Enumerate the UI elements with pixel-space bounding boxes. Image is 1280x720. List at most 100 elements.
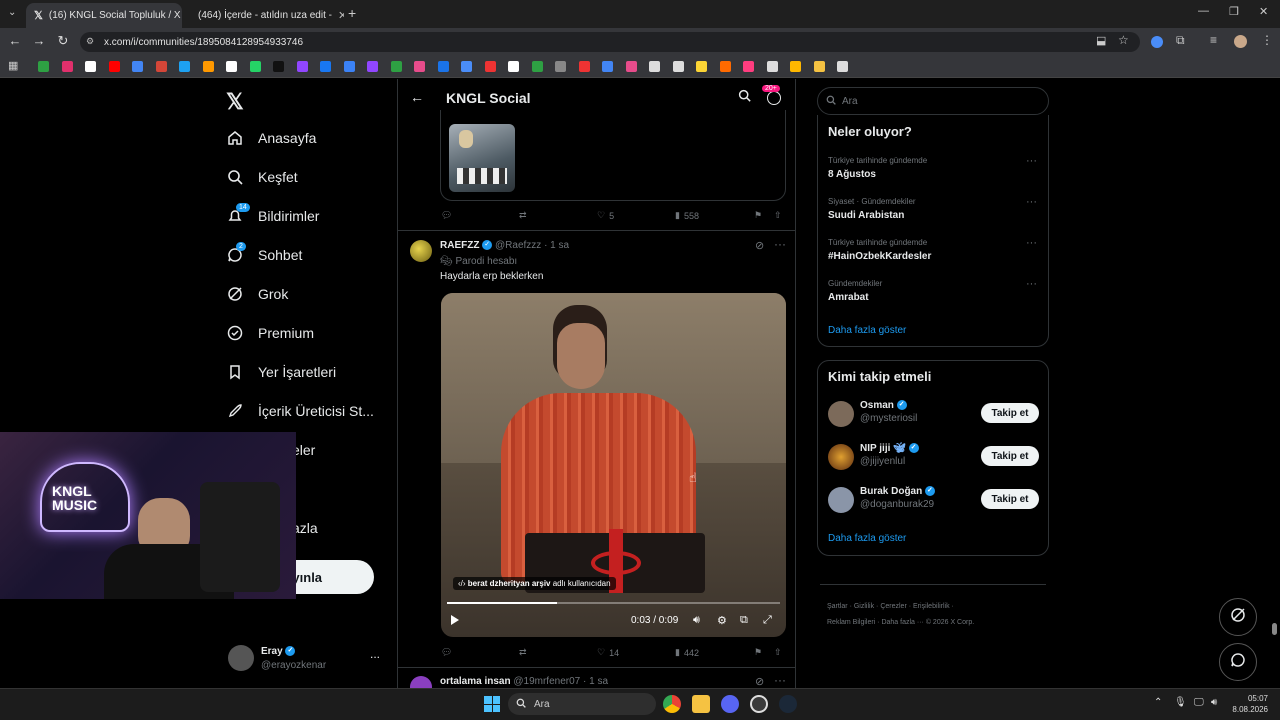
discord-icon[interactable] bbox=[721, 695, 739, 713]
bookmark-favicon-icon[interactable] bbox=[719, 61, 731, 72]
follow-suggestion[interactable]: Burak Doğan @doganburak29 Takip et bbox=[818, 482, 1048, 522]
author-name[interactable]: RAEFZZ bbox=[440, 240, 479, 251]
bookmark-favicon-icon[interactable] bbox=[202, 61, 214, 72]
video-progress-track[interactable] bbox=[447, 602, 780, 604]
bookmark-button[interactable]: ⚑ bbox=[754, 210, 762, 221]
pip-icon[interactable]: ⧉ bbox=[740, 614, 748, 627]
views-button[interactable]: ▮ 558 bbox=[675, 210, 699, 221]
extensions-puzzle-icon[interactable]: ⧉ bbox=[1176, 33, 1185, 48]
windows-start-icon[interactable] bbox=[484, 696, 500, 712]
messages-fab[interactable] bbox=[1219, 643, 1257, 681]
minimize-icon[interactable]: — bbox=[1198, 5, 1209, 17]
more-icon[interactable]: ··· bbox=[774, 673, 786, 687]
fullscreen-icon[interactable]: ⤢ bbox=[763, 614, 772, 627]
steam-icon[interactable] bbox=[779, 695, 797, 713]
apps-grid-icon[interactable]: ▦ bbox=[8, 59, 18, 72]
bookmark-favicon-icon[interactable] bbox=[85, 61, 96, 72]
bookmark-favicon-icon[interactable] bbox=[484, 61, 496, 72]
share-button[interactable]: ⇧ bbox=[774, 210, 782, 221]
tab-search-icon[interactable]: ⌄ bbox=[8, 7, 16, 18]
bookmark-favicon-icon[interactable] bbox=[296, 61, 308, 72]
bookmark-favicon-icon[interactable] bbox=[108, 61, 120, 72]
url-bar[interactable]: x.com/i/communities/1895084128954933746 bbox=[80, 32, 1140, 52]
avatar[interactable] bbox=[410, 240, 432, 262]
bookmark-favicon-icon[interactable] bbox=[437, 61, 449, 72]
bookmark-favicon-icon[interactable] bbox=[696, 61, 707, 72]
settings-gear-icon[interactable]: ⚙ bbox=[717, 614, 727, 627]
x-logo-icon[interactable]: 𝕏 bbox=[226, 89, 244, 115]
bookmark-favicon-icon[interactable] bbox=[155, 61, 167, 72]
bookmark-favicon-icon[interactable] bbox=[249, 61, 261, 72]
bookmark-star-icon[interactable]: ☆ bbox=[1118, 33, 1129, 47]
bookmark-favicon-icon[interactable] bbox=[320, 61, 331, 72]
footer-link[interactable]: Çerezler bbox=[880, 603, 906, 610]
tab-youtube[interactable]: (464) İçerde - atıldın uza edit - ✕ bbox=[184, 3, 344, 28]
bookmark-favicon-icon[interactable] bbox=[414, 61, 425, 72]
close-window-icon[interactable]: ✕ bbox=[1259, 5, 1268, 18]
bookmark-favicon-icon[interactable] bbox=[132, 61, 143, 72]
reply-button[interactable]: 💬︎ bbox=[441, 210, 456, 221]
clock[interactable]: 05:07 8.08.2026 bbox=[1232, 693, 1268, 715]
sidebar-item-bookmarks[interactable]: Yer İşaretleri bbox=[226, 357, 336, 387]
community-settings-icon[interactable] bbox=[767, 91, 781, 105]
footer-link[interactable]: Daha fazla ··· bbox=[881, 619, 923, 626]
follow-button[interactable]: Takip et bbox=[981, 489, 1039, 509]
reload-icon[interactable]: ↻ bbox=[54, 33, 72, 49]
sidebar-item-creator-studio[interactable]: İçerik Üreticisi St... bbox=[226, 396, 374, 426]
views-button[interactable]: ▮ 442 bbox=[675, 647, 699, 658]
account-switcher[interactable]: Eray @erayozkenar ... bbox=[226, 643, 386, 677]
bookmark-favicon-icon[interactable] bbox=[38, 61, 49, 72]
grok-icon[interactable]: ⊘ bbox=[755, 239, 764, 252]
bookmark-favicon-icon[interactable] bbox=[837, 61, 848, 72]
sidebar-item-notifications[interactable]: 14 Bildirimler bbox=[226, 201, 319, 231]
footer-link[interactable]: Gizlilik bbox=[854, 603, 874, 610]
share-button[interactable]: ⇧ bbox=[774, 647, 782, 658]
back-icon[interactable]: ← bbox=[6, 33, 24, 48]
more-icon[interactable]: ··· bbox=[774, 237, 786, 251]
install-icon[interactable]: ⬓ bbox=[1096, 34, 1106, 47]
maximize-icon[interactable]: ❐ bbox=[1229, 5, 1239, 18]
grok-fab[interactable] bbox=[1219, 598, 1257, 636]
bookmark-favicon-icon[interactable] bbox=[813, 61, 825, 72]
bookmark-favicon-icon[interactable] bbox=[461, 61, 472, 72]
obs-icon[interactable] bbox=[750, 695, 768, 713]
follow-button[interactable]: Takip et bbox=[981, 403, 1039, 423]
trend-more-icon[interactable]: ··· bbox=[1026, 155, 1037, 167]
account-more-icon[interactable]: ... bbox=[370, 647, 380, 661]
close-tab-icon[interactable]: ✕ bbox=[338, 9, 344, 22]
trend-more-icon[interactable]: ··· bbox=[1026, 278, 1037, 290]
volume-icon[interactable]: 🔊︎ bbox=[693, 614, 700, 627]
network-icon[interactable]: 🖵︎ bbox=[1194, 697, 1204, 708]
bookmark-favicon-icon[interactable] bbox=[790, 61, 801, 72]
file-explorer-icon[interactable] bbox=[692, 695, 710, 713]
bookmark-favicon-icon[interactable] bbox=[649, 61, 660, 72]
back-arrow-icon[interactable]: ← bbox=[410, 89, 424, 105]
author-handle[interactable]: @19mrfener07 · 1 sa bbox=[513, 676, 608, 687]
video-attribution[interactable]: ‹/› berat dzherityan arşiv adlı kullanıc… bbox=[453, 577, 616, 590]
footer-link[interactable]: Şartlar bbox=[827, 603, 848, 610]
trend-item[interactable]: Türkiye tarihinde gündemde 8 Ağustos ··· bbox=[818, 153, 1048, 191]
bookmark-favicon-icon[interactable] bbox=[226, 61, 237, 72]
profile-avatar[interactable] bbox=[1234, 35, 1247, 48]
like-button[interactable]: ♡ 5 bbox=[597, 210, 614, 221]
sidebar-item-grok[interactable]: Grok bbox=[226, 279, 288, 309]
follow-button[interactable]: Takip et bbox=[981, 446, 1039, 466]
trend-item[interactable]: Siyaset · Gündemdekiler Suudi Arabistan … bbox=[818, 194, 1048, 232]
trend-item[interactable]: Gündemdekiler Amrabat ··· bbox=[818, 276, 1048, 314]
tray-chevron-icon[interactable]: ⌃ bbox=[1154, 697, 1162, 708]
footer-link[interactable]: Reklam Bilgileri bbox=[827, 619, 875, 626]
taskbar-search[interactable]: Ara bbox=[508, 693, 656, 715]
bookmark-favicon-icon[interactable] bbox=[273, 61, 284, 72]
microphone-icon[interactable]: 🎙︎ bbox=[1174, 697, 1187, 708]
avatar[interactable] bbox=[410, 676, 432, 688]
play-icon[interactable] bbox=[451, 615, 459, 625]
bookmark-favicon-icon[interactable] bbox=[343, 61, 355, 72]
bookmark-favicon-icon[interactable] bbox=[672, 61, 684, 72]
author-handle[interactable]: @Raefzzz · 1 sa bbox=[495, 240, 569, 251]
media-control-icon[interactable]: ≡ bbox=[1210, 33, 1217, 47]
footer-link[interactable]: Erişilebilirlik bbox=[913, 603, 950, 610]
forward-icon[interactable]: → bbox=[30, 33, 48, 48]
follow-suggestion[interactable]: Osman @mysteriosil Takip et bbox=[818, 396, 1048, 436]
search-input[interactable]: Ara bbox=[817, 87, 1049, 115]
like-button[interactable]: ♡ 14 bbox=[597, 647, 619, 658]
